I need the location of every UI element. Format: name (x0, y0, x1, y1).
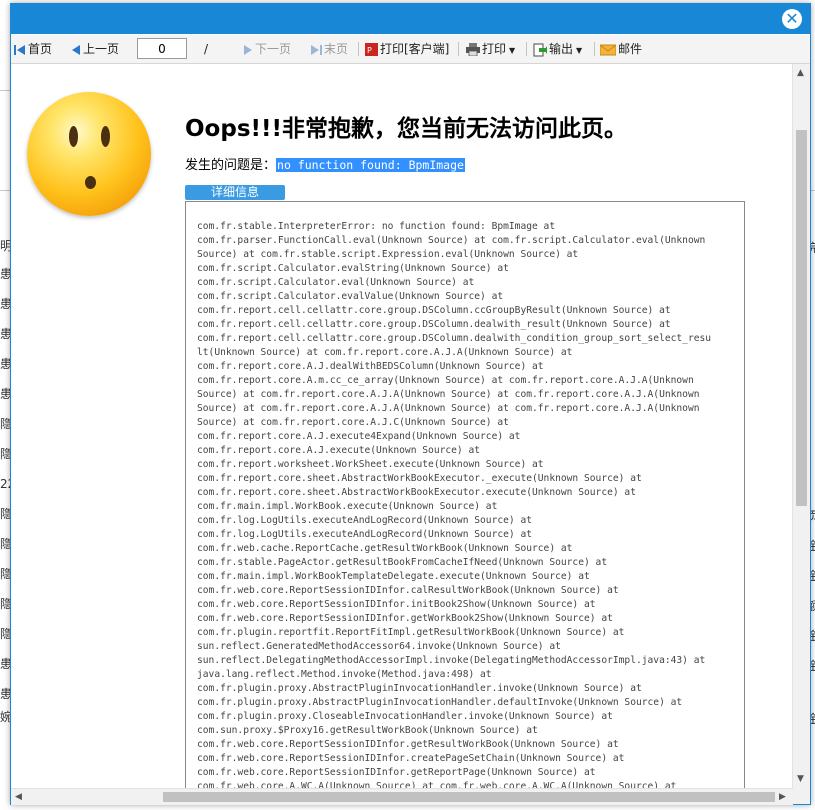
print-client-label: 打印[客户端] (380, 42, 450, 56)
problem-message: no function found: BpmImage (276, 158, 465, 172)
printer-icon (466, 43, 480, 56)
next-page-button[interactable]: 下一页 (243, 40, 291, 58)
scroll-left-icon[interactable]: ◀ (15, 792, 22, 802)
problem-line: 发生的问题是：no function found: BpmImage (185, 154, 465, 173)
next-page-label: 下一页 (255, 42, 292, 56)
toolbar-separator (594, 42, 595, 56)
prev-page-label: 上一页 (83, 42, 120, 56)
stacktrace-box[interactable]: com.fr.stable.InterpreterError: no funct… (185, 201, 745, 788)
prev-page-icon (72, 44, 80, 55)
page-number-input[interactable] (137, 38, 187, 59)
print-label: 打印 (482, 42, 507, 56)
export-dropdown-icon: ▼ (576, 46, 583, 55)
error-title: Oops!!!非常抱歉，您当前无法访问此页。 (185, 116, 627, 142)
background-divider (0, 90, 10, 91)
scroll-down-icon[interactable]: ▼ (797, 774, 804, 784)
horizontal-scrollbar[interactable]: ◀ ▶ (11, 788, 793, 805)
scrollbar-corner (793, 788, 810, 804)
toolbar-separator (358, 42, 359, 56)
horizontal-scroll-thumb[interactable] (163, 792, 775, 802)
print-client-button[interactable]: P 打印[客户端] (365, 40, 449, 58)
svg-text:P: P (367, 46, 372, 55)
face-right-eye (101, 126, 110, 147)
error-dialog: ✕ 首页 上一页 / 下一页 末页 P打印[客户端] 打印▼ 输出▼ 邮件 (10, 3, 811, 805)
background-divider (0, 190, 10, 191)
dialog-title-bar: ✕ (11, 4, 810, 34)
last-page-icon (311, 44, 322, 55)
close-icon: ✕ (785, 9, 799, 28)
print-button[interactable]: 打印 ▼ (466, 40, 515, 58)
pdf-print-icon: P (365, 43, 378, 56)
toolbar-separator (526, 42, 527, 56)
toolbar-separator (458, 42, 459, 56)
stacktrace-text: com.fr.stable.InterpreterError: no funct… (197, 221, 712, 788)
scroll-right-icon[interactable]: ▶ (779, 792, 786, 802)
next-page-icon (244, 44, 252, 55)
export-button[interactable]: 输出 ▼ (533, 40, 582, 58)
last-page-label: 末页 (324, 42, 349, 56)
export-icon (533, 43, 547, 56)
mail-icon (600, 44, 616, 55)
export-label: 输出 (549, 42, 574, 56)
vertical-scrollbar[interactable]: ▲ ▼ (792, 64, 810, 788)
mail-label: 邮件 (618, 42, 643, 56)
last-page-button[interactable]: 末页 (310, 40, 348, 58)
face-mouth (85, 176, 96, 189)
scroll-up-icon[interactable]: ▲ (797, 68, 804, 78)
report-toolbar: 首页 上一页 / 下一页 末页 P打印[客户端] 打印▼ 输出▼ 邮件 (11, 35, 810, 64)
page-separator: / (204, 42, 209, 56)
mail-button[interactable]: 邮件 (600, 40, 642, 58)
confused-face-icon (27, 92, 151, 216)
first-page-icon (14, 44, 25, 55)
problem-label: 发生的问题是： (185, 158, 277, 173)
error-content: Oops!!!非常抱歉，您当前无法访问此页。 发生的问题是：no functio… (11, 64, 793, 788)
face-left-eye (69, 126, 78, 147)
vertical-scroll-thumb[interactable] (796, 130, 807, 506)
detail-info-button[interactable]: 详细信息 (185, 185, 285, 200)
prev-page-button[interactable]: 上一页 (71, 40, 119, 58)
first-page-label: 首页 (28, 42, 53, 56)
first-page-button[interactable]: 首页 (14, 40, 52, 58)
print-dropdown-icon: ▼ (509, 46, 516, 55)
close-button[interactable]: ✕ (782, 9, 802, 29)
